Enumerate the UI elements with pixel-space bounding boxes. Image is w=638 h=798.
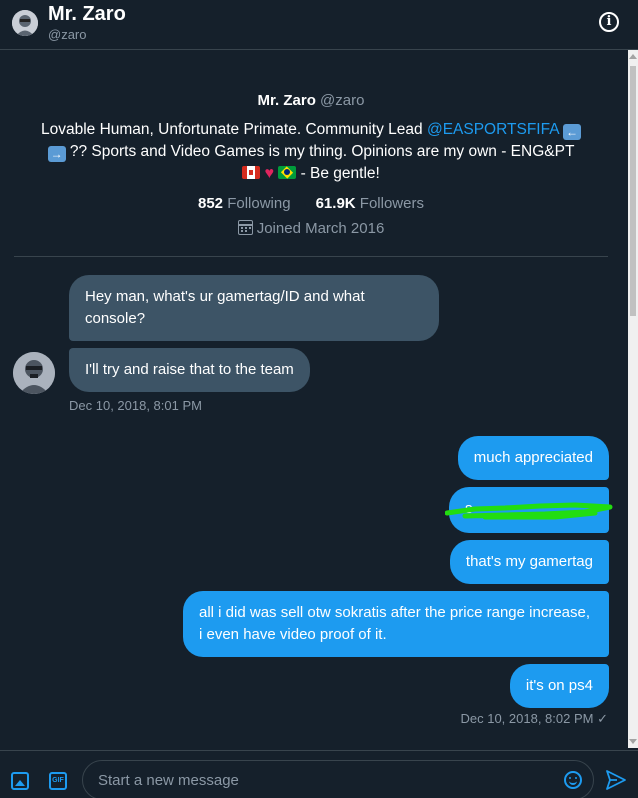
profile-bio: Lovable Human, Unfortunate Primate. Comm…	[14, 119, 608, 185]
followers-link[interactable]: 61.9K Followers	[316, 195, 424, 212]
profile-name-line: Mr. Zaro @zaro	[14, 92, 608, 109]
divider	[14, 256, 608, 257]
bio-mention-link[interactable]: @EASPORTSFIFA	[427, 121, 559, 138]
scrollbar[interactable]	[628, 50, 638, 748]
followers-label: Followers	[359, 195, 424, 212]
following-link[interactable]: 852 Following	[198, 195, 291, 212]
profile-handle: @zaro	[320, 92, 365, 109]
message-received[interactable]: Hey man, what's ur gamertag/ID and what …	[69, 275, 439, 341]
header-handle: @zaro	[48, 27, 87, 42]
message-sent[interactable]: that's my gamertag	[449, 540, 609, 584]
canada-flag-icon	[242, 166, 261, 179]
left-arrow-emoji-icon: ←	[563, 124, 582, 140]
message-input-placeholder: Start a new message	[98, 772, 239, 789]
following-count: 852	[198, 195, 224, 212]
bio-text-1: Lovable Human, Unfortunate Primate. Comm…	[40, 121, 427, 138]
scrollbar-thumb[interactable]	[630, 66, 636, 316]
sent-timestamp-text: Dec 10, 2018, 8:02 PM	[460, 711, 594, 726]
header-avatar[interactable]	[12, 10, 38, 36]
send-icon[interactable]	[605, 769, 627, 791]
header-name[interactable]: Mr. Zaro	[48, 3, 126, 26]
calendar-icon	[237, 220, 253, 235]
joined-text: Joined March 2016	[256, 220, 385, 237]
gif-icon[interactable]: GIF	[49, 772, 67, 790]
scroll-down-icon[interactable]	[629, 739, 637, 744]
sent-timestamp: Dec 10, 2018, 8:02 PM ✓	[460, 711, 608, 727]
following-label: Following	[227, 195, 291, 212]
image-icon[interactable]	[11, 772, 29, 790]
message-composer: GIF Start a new message	[0, 750, 638, 798]
profile-stats: 852 Following 61.9K Followers	[14, 195, 608, 212]
red-heart-icon: ♥	[264, 165, 274, 182]
bio-text-2: ?? Sports and Video Games is my thing. O…	[65, 143, 575, 160]
message-received[interactable]: I'll try and raise that to the team	[69, 348, 310, 392]
received-timestamp: Dec 10, 2018, 8:01 PM	[69, 398, 202, 413]
profile-summary: Mr. Zaro @zaro Lovable Human, Unfortunat…	[14, 92, 608, 237]
brazil-flag-icon	[278, 166, 297, 179]
followers-count: 61.9K	[315, 195, 356, 212]
bio-text-3: - Be gentle!	[296, 165, 380, 182]
info-icon[interactable]: i	[599, 12, 619, 32]
message-sent[interactable]: it's on ps4	[509, 664, 609, 708]
emoji-icon[interactable]	[564, 771, 582, 789]
redaction-scribble	[445, 502, 613, 520]
profile-name[interactable]: Mr. Zaro	[258, 92, 316, 109]
read-check-icon: ✓	[597, 711, 608, 726]
joined-date: Joined March 2016	[14, 220, 608, 237]
message-sent[interactable]: much appreciated	[457, 436, 609, 480]
message-sent[interactable]: all i did was sell otw sokratis after th…	[183, 591, 609, 657]
sender-avatar[interactable]	[13, 352, 55, 394]
conversation-header: Mr. Zaro @zaro i	[0, 0, 638, 50]
message-input[interactable]: Start a new message	[82, 760, 594, 798]
right-arrow-emoji-icon: →	[47, 146, 66, 162]
scroll-up-icon[interactable]	[629, 54, 637, 59]
